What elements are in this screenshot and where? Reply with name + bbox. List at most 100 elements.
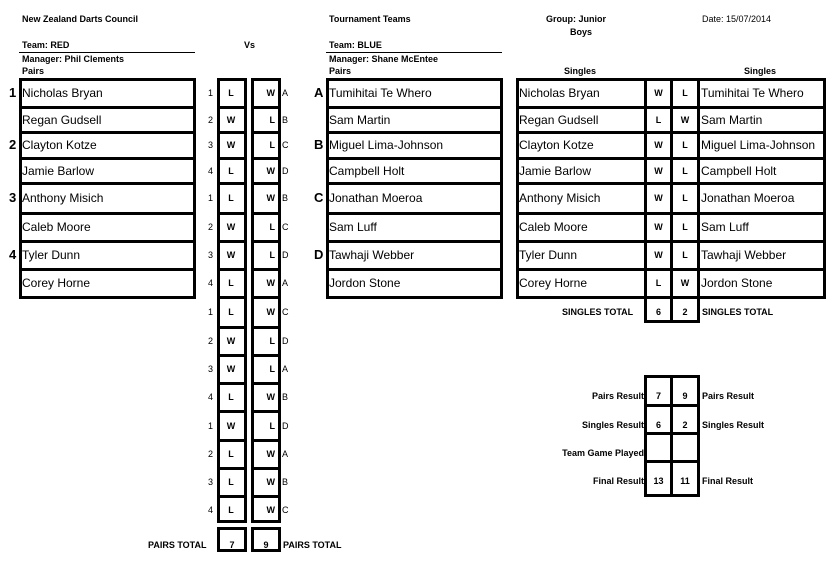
result-away: 9 [682,391,688,401]
singles-total-home: 6 [655,307,661,317]
singles-header-away: Singles [744,66,777,76]
pairs-cell-divider [217,106,247,109]
pairs-cell-divider [217,212,247,215]
singles-home-result: L [655,278,662,288]
home-player-name: Nicholas Bryan [22,86,103,100]
pairs-game-away-letter: D [282,250,289,260]
singles-home-result: W [654,193,663,203]
pair-letter: B [314,137,324,152]
pairs-game-home-result: L [228,88,234,98]
row-divider [19,268,196,271]
singles-away-player: Sam Luff [701,220,749,234]
column-divider [697,296,700,322]
row-divider [19,106,196,109]
pair-number: 3 [9,190,17,205]
vs-label: Vs [244,40,256,50]
pairs-game-away-letter: D [282,336,289,346]
singles-away-player: Tawhaji Webber [701,248,787,262]
pairs-game-away-letter: C [282,307,289,317]
row-divider [326,157,503,160]
singles-home-result: W [654,250,663,260]
pairs-game-home-result: L [228,165,234,176]
pairs-cell-divider [251,296,281,299]
pairs-game-away-letter: B [282,193,289,203]
pair-letter: D [314,247,324,262]
pairs-cell-divider [251,382,281,385]
pairs-game-away-letter: D [282,420,289,431]
pairs-total-home: 7 [229,540,235,550]
column-divider [644,78,647,299]
row-divider [326,182,503,185]
home-section-label: Pairs [22,66,45,76]
pairs-game-home-result: L [228,505,234,515]
column-divider [670,78,673,299]
pairs-total-away: 9 [263,540,269,550]
singles-away-result: L [682,140,688,150]
result-home: 13 [653,476,664,486]
result-away: 2 [682,420,688,430]
pairs-cell-divider [251,182,281,185]
pairs-cell-divider [251,354,281,357]
away-player-name: Sam Martin [329,112,391,127]
pairs-game-home-result: L [228,477,234,487]
singles-home-result: W [654,222,663,232]
row-divider [644,404,700,407]
pairs-game-away-letter: C [282,140,289,150]
away-manager: Manager: Shane McEntee [329,54,439,64]
singles-total-label-left: SINGLES TOTAL [562,307,634,317]
pairs-game-away-result: L [269,114,276,125]
pairs-game-home-result: W [226,336,236,346]
home-player-name: Corey Horne [22,276,91,290]
pairs-cell-divider [217,240,247,243]
result-label-left: Team Game Played [562,448,644,458]
singles-away-player: Miguel Lima-Johnson [701,138,816,152]
pairs-game-away-result: W [266,165,276,176]
pairs-game-home-number: 1 [208,88,214,98]
pairs-game-home-result: W [226,250,236,260]
pairs-game-away-letter: C [282,222,289,232]
pairs-game-away-letter: A [282,88,289,98]
away-player-name: Tumihitai Te Whero [329,86,432,100]
pairs-game-away-letter: A [282,278,289,288]
pairs-game-home-number: 3 [208,140,214,150]
pairs-cell-divider [217,157,247,160]
pairs-game-away-result: W [266,477,276,487]
pairs-game-home-result: L [228,278,234,288]
pairs-game-home-number: 4 [208,505,214,515]
pairs-game-away-letter: C [282,505,289,515]
home-players-box [19,78,196,299]
pairs-cell-divider [217,495,247,498]
away-player-name: Jordon Stone [329,276,401,290]
pairs-game-away-letter: A [282,449,289,459]
pairs-cell-divider [217,439,247,442]
away-team: Team: BLUE [329,40,382,50]
singles-away-player: Tumihitai Te Whero [701,86,804,100]
column-divider [697,78,700,299]
pairs-game-home-number: 2 [208,336,214,346]
org-name: New Zealand Darts Council [22,14,139,24]
pairs-game-home-number: 1 [208,307,214,317]
pairs-cell-divider [217,467,247,470]
pairs-game-away-result: L [269,140,276,150]
singles-home-player: Anthony Misich [519,191,601,205]
home-team: Team: RED [22,40,70,50]
pairs-game-home-result: L [228,307,234,317]
singles-away-result: W [680,114,690,125]
row-divider [326,212,503,215]
pairs-game-away-result: W [266,449,276,459]
row-divider [644,432,700,435]
singles-away-player: Campbell Holt [701,163,777,178]
pairs-game-home-number: 3 [208,477,214,487]
pairs-cell-divider [251,439,281,442]
row-divider [326,268,503,271]
result-label-right: Final Result [702,476,754,486]
home-player-name: Clayton Kotze [22,138,97,152]
pairs-cell-divider [251,240,281,243]
pair-letter: A [314,85,324,100]
away-team-underline [326,52,502,53]
row-divider [326,131,503,134]
pairs-cell-divider [251,467,281,470]
pairs-cell-divider [251,106,281,109]
home-manager: Manager: Phil Clements [22,54,125,64]
pairs-game-home-result: L [228,193,234,203]
